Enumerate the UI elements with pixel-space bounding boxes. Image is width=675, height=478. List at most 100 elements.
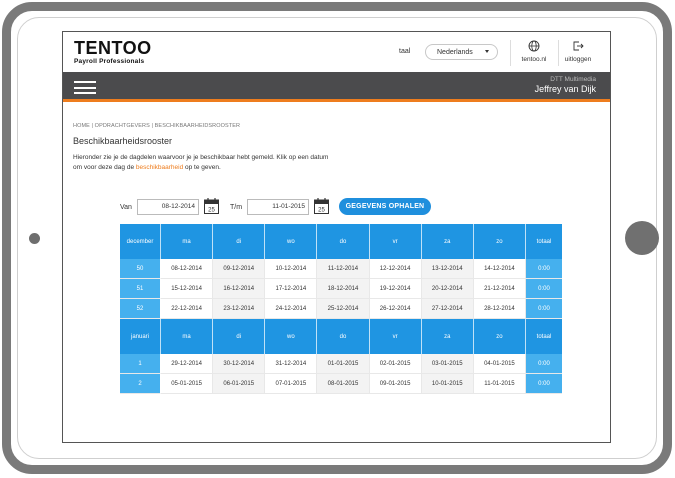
total-header: totaal bbox=[526, 319, 562, 354]
site-link[interactable]: tentoo.nl bbox=[514, 40, 554, 63]
date-cell[interactable]: 14-12-2014 bbox=[473, 259, 526, 279]
date-cell[interactable]: 23-12-2014 bbox=[213, 299, 266, 319]
week-number: 50 bbox=[120, 259, 161, 279]
month-header-row: januari ma di wo do vr za zo totaal bbox=[120, 319, 562, 354]
date-cell[interactable]: 10-01-2015 bbox=[421, 374, 474, 394]
date-cell[interactable]: 18-12-2014 bbox=[317, 279, 370, 299]
date-cell[interactable]: 13-12-2014 bbox=[421, 259, 474, 279]
date-cell[interactable]: 09-12-2014 bbox=[213, 259, 266, 279]
week-number: 2 bbox=[120, 374, 161, 394]
site-link-label: tentoo.nl bbox=[521, 56, 547, 63]
date-cell[interactable]: 22-12-2014 bbox=[161, 299, 214, 319]
date-cell[interactable]: 17-12-2014 bbox=[265, 279, 318, 299]
main-content: HOME | OPDRACHTGEVERS | BESCHIKBAARHEIDS… bbox=[73, 123, 603, 215]
week-row: 51 15-12-2014 16-12-2014 17-12-2014 18-12-20… bbox=[120, 279, 562, 299]
date-cell[interactable]: 29-12-2014 bbox=[161, 354, 214, 374]
date-cell[interactable]: 12-12-2014 bbox=[369, 259, 422, 279]
week-total: 0:00 bbox=[526, 259, 562, 279]
date-cell[interactable]: 27-12-2014 bbox=[421, 299, 474, 319]
week-total: 0:00 bbox=[526, 374, 562, 394]
top-bar: TENTOO Payroll Professionals taal Nederl… bbox=[63, 32, 610, 72]
language-label: taal bbox=[399, 48, 411, 55]
date-filter: Van 08-12-2014 25 T/m 11-01-2015 25 GEGE… bbox=[73, 198, 603, 220]
logo-text: TENTOO bbox=[74, 38, 152, 58]
date-cell[interactable]: 16-12-2014 bbox=[213, 279, 266, 299]
weekday-header: do bbox=[317, 224, 370, 259]
date-cell[interactable]: 15-12-2014 bbox=[161, 279, 214, 299]
menu-icon[interactable] bbox=[74, 81, 96, 94]
week-row: 2 05-01-2015 06-01-2015 07-01-2015 08-01-201… bbox=[120, 374, 562, 394]
week-number: 51 bbox=[120, 279, 161, 299]
intro-text-after: op te geven. bbox=[183, 164, 221, 171]
language-value: Nederlands bbox=[437, 48, 473, 56]
date-cell[interactable]: 02-01-2015 bbox=[369, 354, 422, 374]
date-cell[interactable]: 26-12-2014 bbox=[369, 299, 422, 319]
date-cell[interactable]: 09-01-2015 bbox=[369, 374, 422, 394]
date-cell[interactable]: 07-01-2015 bbox=[265, 374, 318, 394]
calendar-day: 25 bbox=[318, 208, 325, 214]
to-date-input[interactable]: 11-01-2015 bbox=[247, 199, 309, 215]
date-cell[interactable]: 08-01-2015 bbox=[317, 374, 370, 394]
weekday-header: vr bbox=[369, 319, 422, 354]
weekday-header: wo bbox=[265, 224, 318, 259]
date-cell[interactable]: 19-12-2014 bbox=[369, 279, 422, 299]
date-cell[interactable]: 04-01-2015 bbox=[473, 354, 526, 374]
date-cell[interactable]: 20-12-2014 bbox=[421, 279, 474, 299]
home-button[interactable] bbox=[625, 221, 659, 255]
month-name: januari bbox=[120, 319, 161, 354]
date-cell[interactable]: 11-01-2015 bbox=[473, 374, 526, 394]
date-cell[interactable]: 01-01-2015 bbox=[317, 354, 370, 374]
globe-icon bbox=[528, 40, 540, 52]
total-header: totaal bbox=[526, 224, 562, 259]
fetch-data-button[interactable]: GEGEVENS OPHALEN bbox=[339, 198, 431, 215]
month-name: december bbox=[120, 224, 161, 259]
date-cell[interactable]: 30-12-2014 bbox=[213, 354, 266, 374]
date-cell[interactable]: 25-12-2014 bbox=[317, 299, 370, 319]
date-cell[interactable]: 28-12-2014 bbox=[473, 299, 526, 319]
date-cell[interactable]: 05-01-2015 bbox=[161, 374, 214, 394]
date-cell[interactable]: 03-01-2015 bbox=[421, 354, 474, 374]
divider bbox=[510, 40, 511, 66]
date-cell[interactable]: 24-12-2014 bbox=[265, 299, 318, 319]
date-cell[interactable]: 21-12-2014 bbox=[473, 279, 526, 299]
calendar-icon[interactable]: 25 bbox=[204, 198, 219, 214]
weekday-header: za bbox=[421, 224, 474, 259]
weekday-header: zo bbox=[473, 319, 526, 354]
date-cell[interactable]: 10-12-2014 bbox=[265, 259, 318, 279]
logout-label: uitloggen bbox=[564, 56, 592, 63]
from-date-input[interactable]: 08-12-2014 bbox=[137, 199, 199, 215]
weekday-header: zo bbox=[473, 224, 526, 259]
week-number: 52 bbox=[120, 299, 161, 319]
screen: TENTOO Payroll Professionals taal Nederl… bbox=[62, 31, 611, 443]
date-cell[interactable]: 06-01-2015 bbox=[213, 374, 266, 394]
weekday-header: ma bbox=[161, 224, 214, 259]
date-cell[interactable]: 11-12-2014 bbox=[317, 259, 370, 279]
week-row: 50 08-12-2014 09-12-2014 10-12-2014 11-12-20… bbox=[120, 259, 562, 279]
calendar-icon[interactable]: 25 bbox=[314, 198, 329, 214]
logout-icon bbox=[573, 41, 584, 51]
weekday-header: za bbox=[421, 319, 474, 354]
weekday-header: vr bbox=[369, 224, 422, 259]
availability-link[interactable]: beschikbaarheid bbox=[136, 164, 183, 171]
weekday-header: wo bbox=[265, 319, 318, 354]
date-cell[interactable]: 31-12-2014 bbox=[265, 354, 318, 374]
date-cell[interactable]: 08-12-2014 bbox=[161, 259, 214, 279]
month-header-row: december ma di wo do vr za zo totaal bbox=[120, 224, 562, 259]
week-total: 0:00 bbox=[526, 299, 562, 319]
language-select[interactable]: Nederlands bbox=[425, 44, 498, 60]
nav-bar: DTT Multimedia Jeffrey van Dijk bbox=[63, 72, 610, 102]
week-total: 0:00 bbox=[526, 354, 562, 374]
camera-dot bbox=[29, 233, 40, 244]
week-row: 52 22-12-2014 23-12-2014 24-12-2014 25-12-20… bbox=[120, 299, 562, 319]
weekday-header: di bbox=[213, 224, 266, 259]
availability-table: december ma di wo do vr za zo totaal 50 08-12-2014… bbox=[120, 224, 562, 394]
breadcrumb[interactable]: HOME | OPDRACHTGEVERS | BESCHIKBAARHEIDS… bbox=[73, 123, 603, 129]
logout-button[interactable]: uitloggen bbox=[558, 40, 598, 63]
to-label: T/m bbox=[230, 204, 243, 211]
week-row: 1 29-12-2014 30-12-2014 31-12-2014 01-01-201… bbox=[120, 354, 562, 374]
from-label: Van bbox=[120, 204, 132, 211]
page-title: Beschikbaarheidsrooster bbox=[73, 136, 173, 146]
user-name: Jeffrey van Dijk bbox=[534, 84, 596, 94]
week-number: 1 bbox=[120, 354, 161, 374]
logo[interactable]: TENTOO Payroll Professionals bbox=[74, 39, 152, 65]
